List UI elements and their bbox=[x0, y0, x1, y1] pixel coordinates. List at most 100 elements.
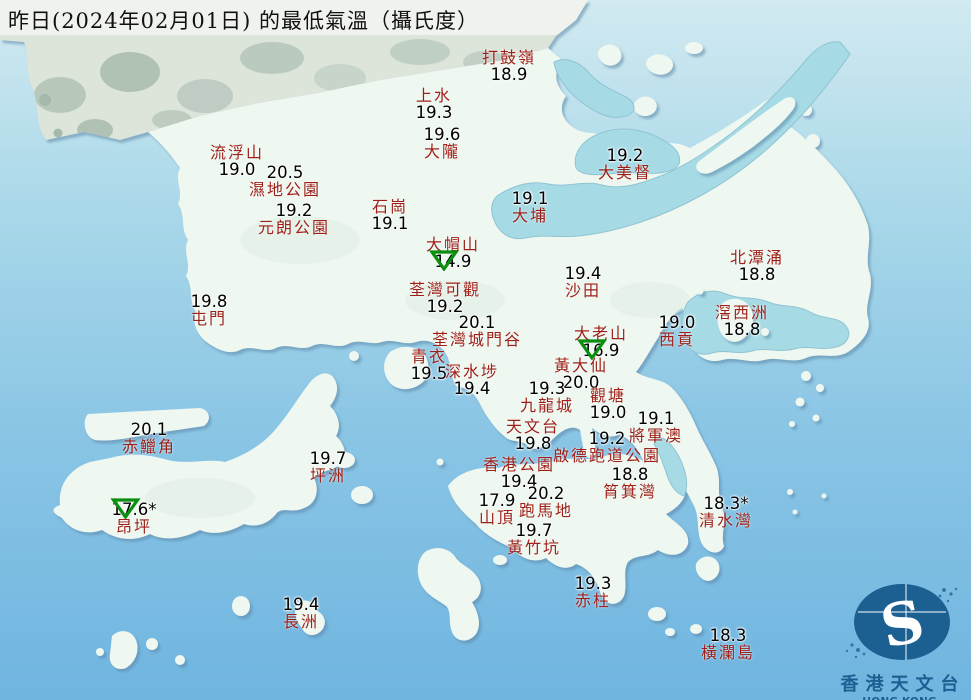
station-北潭涌: 北潭涌 18.8 bbox=[730, 249, 784, 283]
deep-bay-islet bbox=[53, 128, 63, 138]
station-深水埗: 深水埗 19.4 bbox=[445, 363, 499, 397]
ap-lei-chau bbox=[493, 555, 507, 565]
station-name: 荃灣可觀 bbox=[408, 280, 482, 299]
islet bbox=[787, 489, 793, 495]
station-大老山: 大老山 16.9 bbox=[574, 325, 628, 360]
station-value: 18.3 bbox=[709, 626, 747, 645]
station-山頂: 17.9 山頂 bbox=[479, 492, 516, 526]
station-name: 坪洲 bbox=[309, 466, 346, 485]
station-赤鱲角: 20.1 赤鱲角 bbox=[122, 421, 176, 455]
station-name: 北潭涌 bbox=[729, 248, 785, 267]
station-value: 19.2 bbox=[588, 429, 626, 448]
station-大帽山: 大帽山 14.9 bbox=[426, 236, 480, 271]
station-value: 19.1 bbox=[637, 409, 675, 428]
station-name: 打鼓嶺 bbox=[481, 48, 537, 67]
station-value: 19.4 bbox=[282, 595, 320, 614]
station-name: 西貢 bbox=[658, 330, 695, 349]
station-name: 黃竹坑 bbox=[506, 538, 562, 557]
station-荃灣可觀: 荃灣可觀 19.2 bbox=[409, 281, 481, 315]
deep-bay-islet bbox=[39, 94, 51, 106]
station-value: 20.2 bbox=[527, 484, 565, 503]
sai-kung-islet bbox=[801, 371, 811, 381]
islet bbox=[792, 509, 798, 515]
station-荃灣城門谷: 20.1 荃灣城門谷 bbox=[432, 314, 522, 348]
station-value: 19.8 bbox=[190, 292, 228, 311]
map-title: 昨日(2024年02月01日) 的最低氣溫（攝氏度） bbox=[8, 9, 479, 33]
station-value: 20.5 bbox=[266, 163, 304, 182]
station-value: 18.8 bbox=[738, 265, 776, 284]
station-name: 大隴 bbox=[423, 142, 460, 161]
minimum-marker-icon bbox=[110, 498, 140, 519]
station-value: 19.2 bbox=[275, 201, 313, 220]
station-name: 屯門 bbox=[190, 309, 227, 328]
station-name: 赤柱 bbox=[574, 591, 611, 610]
station-name: 清水灣 bbox=[698, 511, 754, 530]
tap-mun-island bbox=[806, 134, 820, 148]
station-滘西洲: 滘西洲 18.8 bbox=[715, 304, 769, 338]
station-name: 深水埗 bbox=[444, 362, 500, 381]
station-value: 18.3* bbox=[703, 494, 749, 513]
station-value: 17.9 bbox=[478, 491, 516, 510]
sharp-island bbox=[696, 287, 704, 295]
station-赤柱: 19.3 赤柱 bbox=[575, 575, 612, 609]
sai-kung-islet bbox=[812, 414, 820, 422]
hei-ling-chau bbox=[351, 486, 373, 504]
station-橫瀾島: 18.3 橫瀾島 bbox=[701, 627, 755, 661]
station-value: 19.7 bbox=[309, 449, 347, 468]
hko-logo-name-en: HONG KONG OBSERVATORY bbox=[828, 696, 971, 700]
station-元朗公園: 19.2 元朗公園 bbox=[258, 202, 330, 236]
station-上水: 上水 19.3 bbox=[416, 87, 453, 121]
station-黃竹坑: 19.7 黃竹坑 bbox=[507, 522, 561, 556]
station-清水灣: 18.3* 清水灣 bbox=[699, 495, 753, 529]
station-name: 大美督 bbox=[597, 163, 653, 182]
po-toi-islet bbox=[665, 628, 675, 636]
islet bbox=[821, 493, 827, 499]
station-西貢: 19.0 西貢 bbox=[659, 314, 696, 348]
station-name: 石崗 bbox=[371, 197, 408, 216]
minimum-marker-icon bbox=[428, 250, 459, 271]
station-跑馬地: 20.2 跑馬地 bbox=[519, 485, 573, 519]
station-name: 啟德跑道公園 bbox=[552, 446, 662, 465]
station-name: 昂坪 bbox=[115, 517, 152, 536]
ma-wan-island bbox=[349, 351, 359, 361]
station-name: 赤鱲角 bbox=[121, 437, 177, 456]
station-value: 18.8 bbox=[611, 465, 649, 484]
hko-logo-name-zh: 香港天文台 bbox=[840, 674, 966, 695]
station-name: 上水 bbox=[415, 86, 452, 105]
station-name: 筲箕灣 bbox=[602, 482, 658, 501]
station-name: 九龍城 bbox=[519, 396, 575, 415]
soko-islet bbox=[96, 648, 104, 656]
station-value: 20.1 bbox=[458, 313, 496, 332]
station-天文台: 天文台 19.8 bbox=[506, 418, 560, 452]
po-toi-island bbox=[648, 607, 666, 621]
station-name: 流浮山 bbox=[209, 143, 265, 162]
station-name: 濕地公園 bbox=[248, 180, 322, 199]
station-name: 黃大仙 bbox=[553, 356, 609, 375]
shek-kwu-chau bbox=[232, 596, 250, 616]
station-value: 19.0 bbox=[589, 403, 627, 422]
station-打鼓嶺: 打鼓嶺 18.9 bbox=[482, 49, 536, 83]
station-value: 19.3 bbox=[528, 379, 566, 398]
hong-kong-map bbox=[0, 0, 971, 700]
station-濕地公園: 20.5 濕地公園 bbox=[249, 164, 321, 198]
station-value: 19.4 bbox=[453, 379, 491, 398]
station-九龍城: 19.3 九龍城 bbox=[520, 380, 574, 414]
station-name: 滘西洲 bbox=[714, 303, 770, 322]
station-name: 長洲 bbox=[282, 612, 319, 631]
station-觀塘: 觀塘 19.0 bbox=[590, 387, 627, 421]
station-name: 橫瀾島 bbox=[700, 643, 756, 662]
hko-logo: S 香港天文台 HONG KONG OBSERVATORY bbox=[828, 580, 971, 700]
station-大隴: 19.6 大隴 bbox=[424, 126, 461, 160]
station-name: 天文台 bbox=[505, 417, 561, 436]
station-value: 19.3 bbox=[415, 103, 453, 122]
station-name: 元朗公園 bbox=[257, 218, 331, 237]
station-value: 20.1 bbox=[130, 420, 168, 439]
station-沙田: 19.4 沙田 bbox=[565, 265, 602, 299]
station-name: 大埔 bbox=[511, 206, 548, 225]
station-坪洲: 19.7 坪洲 bbox=[310, 450, 347, 484]
soko-islet bbox=[146, 638, 158, 650]
station-石崗: 石崗 19.1 bbox=[372, 198, 409, 232]
station-昂坪: 17.6* 昂坪 bbox=[110, 498, 157, 536]
sai-kung-islet bbox=[795, 397, 805, 407]
station-青衣: 青衣 19.5 bbox=[411, 348, 448, 382]
